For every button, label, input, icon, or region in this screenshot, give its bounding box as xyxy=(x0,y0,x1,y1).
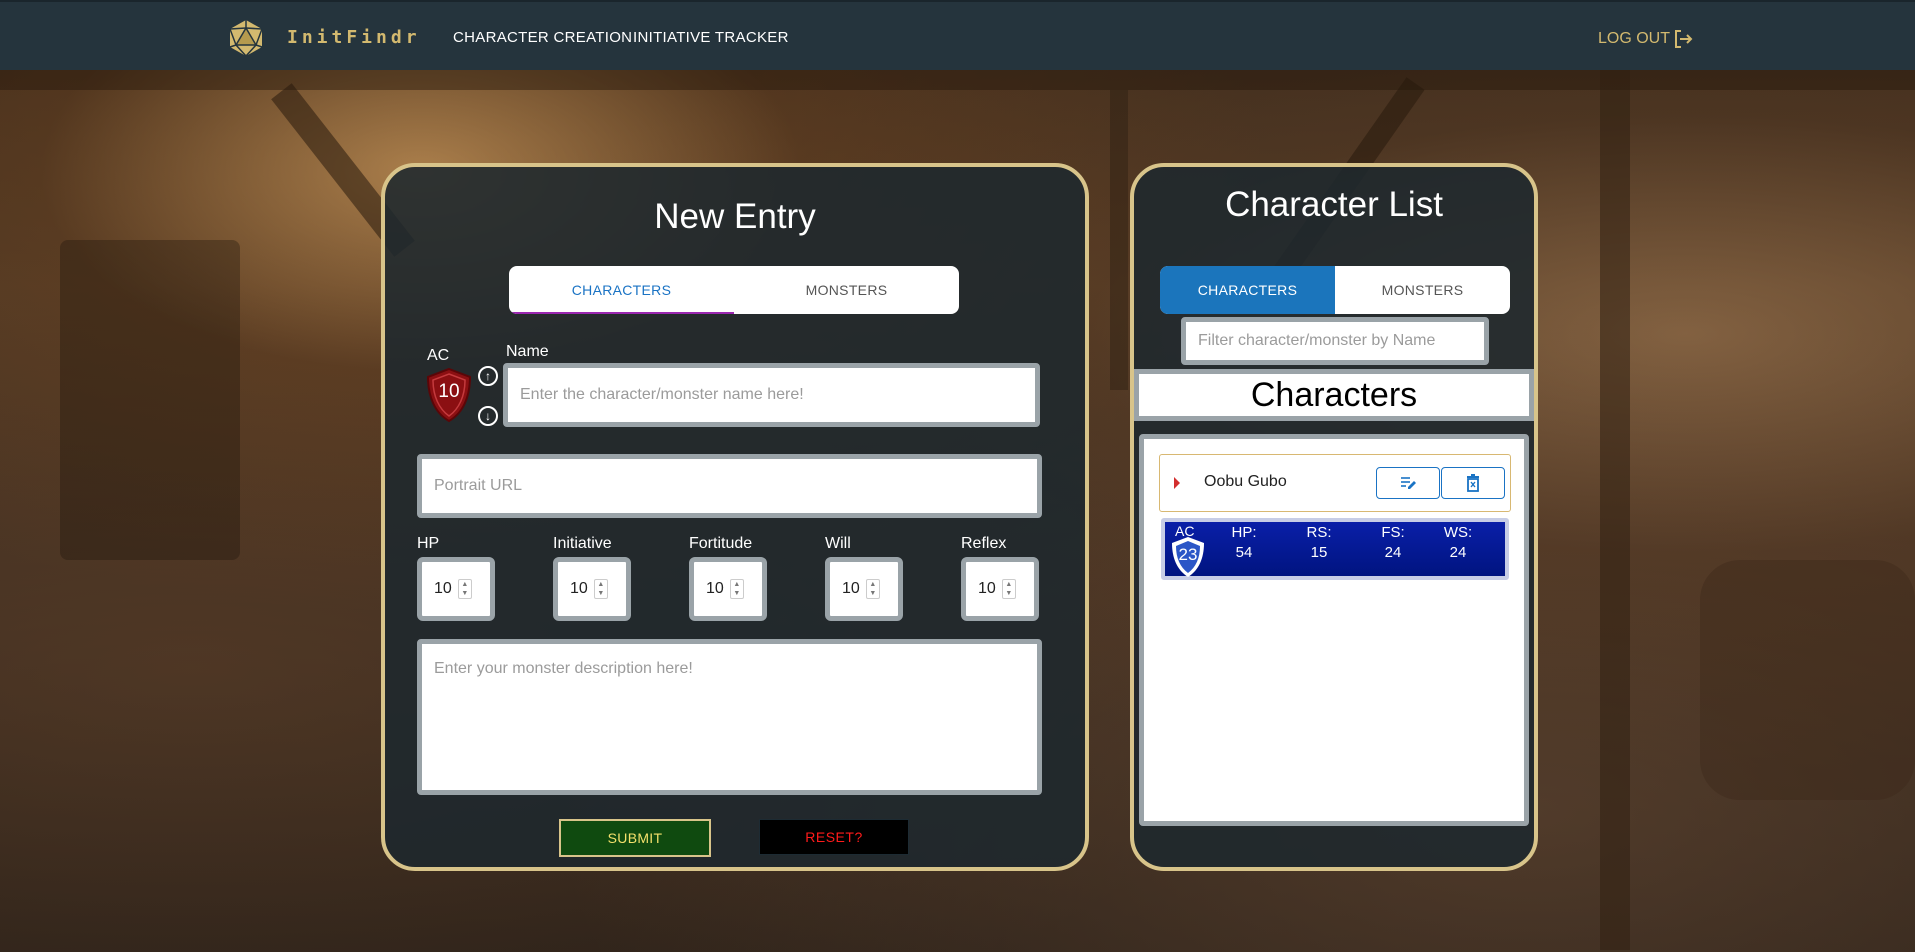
character-name: Oobu Gubo xyxy=(1204,473,1287,490)
edit-icon xyxy=(1401,477,1416,489)
stat-value: 10 xyxy=(978,580,996,597)
new-entry-title: New Entry xyxy=(654,197,816,236)
tab-characters[interactable]: CHARACTERS xyxy=(509,266,734,314)
entry-type-tabs: CHARACTERS MONSTERS xyxy=(509,266,959,314)
stat-value: 10 xyxy=(706,580,724,597)
fortitude-input[interactable]: 10 ▲ ▼ xyxy=(689,557,767,621)
bg-shadow xyxy=(60,240,240,560)
stat-hp: HP 10 ▲ ▼ xyxy=(417,535,495,621)
spinner-icon[interactable]: ▲ ▼ xyxy=(1001,579,1016,599)
description-textarea[interactable]: Enter your monster description here! xyxy=(417,639,1042,795)
stat-fs: FS: 24 xyxy=(1368,524,1418,561)
navbar: InitFindr CHARACTER CREATION INITIATIVE … xyxy=(0,0,1915,70)
edit-button[interactable] xyxy=(1376,467,1440,499)
caret-right-icon[interactable] xyxy=(1174,477,1180,489)
stat-initiative: Initiative 10 ▲ ▼ xyxy=(553,535,631,621)
ac-increase-button[interactable]: ↑ xyxy=(478,366,498,386)
stat-label: RS: xyxy=(1306,524,1332,541)
spinner-icon[interactable]: ▲ ▼ xyxy=(729,579,744,599)
stat-label: FS: xyxy=(1381,524,1405,541)
tab-monsters[interactable]: MONSTERS xyxy=(1335,266,1510,314)
name-label: Name xyxy=(506,343,549,360)
ac-decrease-button[interactable]: ↓ xyxy=(478,406,498,426)
ac-value: 23 xyxy=(1178,545,1198,564)
hp-input[interactable]: 10 ▲ ▼ xyxy=(417,557,495,621)
stat-value: 10 xyxy=(434,580,452,597)
logout-icon xyxy=(1675,30,1693,48)
nav-character-creation[interactable]: CHARACTER CREATION xyxy=(453,29,632,46)
filter-input[interactable]: Filter character/monster by Name xyxy=(1181,317,1489,365)
stat-ws: WS: 24 xyxy=(1433,524,1483,561)
stat-label: Fortitude xyxy=(689,535,753,552)
spinner-icon[interactable]: ▲ ▼ xyxy=(457,579,472,599)
brand-name[interactable]: InitFindr xyxy=(287,27,421,48)
initiative-input[interactable]: 10 ▲ ▼ xyxy=(553,557,631,621)
delete-button[interactable] xyxy=(1441,467,1505,499)
stat-will: Will 10 ▲ ▼ xyxy=(825,535,903,621)
stat-label: Will xyxy=(825,535,851,552)
portrait-url-input[interactable]: Portrait URL xyxy=(417,454,1042,518)
character-list-title: Character List xyxy=(1225,185,1443,224)
new-entry-panel: New Entry CHARACTERS MONSTERS AC 10 ↑ ↓ … xyxy=(381,163,1089,871)
character-stats-card: AC 23 HP: 54 RS: 15 FS: 24 WS: 24 xyxy=(1161,518,1509,580)
arrow-up-icon: ↑ xyxy=(485,369,491,383)
submit-button[interactable]: SUBMIT xyxy=(559,819,711,857)
stat-fortitude: Fortitude 10 ▲ ▼ xyxy=(689,535,767,621)
stat-reflex: Reflex 10 ▲ ▼ xyxy=(961,535,1039,621)
stat-label: HP: xyxy=(1231,524,1257,541)
list-item[interactable]: Oobu Gubo xyxy=(1159,454,1511,512)
arrow-down-icon: ↓ xyxy=(485,409,491,423)
stat-value: 15 xyxy=(1310,544,1328,561)
stat-value: 24 xyxy=(1449,544,1467,561)
section-title: Characters xyxy=(1134,369,1534,421)
stat-hp: HP: 54 xyxy=(1219,524,1269,561)
bg-beam xyxy=(1110,90,1128,390)
reset-button[interactable]: RESET? xyxy=(759,819,909,855)
stat-value: 10 xyxy=(842,580,860,597)
character-list: Oobu Gubo AC 23 HP: 54 RS: 15 FS: 24 WS:… xyxy=(1139,434,1529,826)
stat-label: WS: xyxy=(1443,524,1473,541)
ac-value: 10 xyxy=(438,381,460,402)
ac-label: AC xyxy=(427,347,450,364)
spinner-icon[interactable]: ▲ ▼ xyxy=(593,579,608,599)
reflex-input[interactable]: 10 ▲ ▼ xyxy=(961,557,1039,621)
stat-value: 24 xyxy=(1384,544,1402,561)
stat-label: Reflex xyxy=(961,535,1007,552)
tab-monsters[interactable]: MONSTERS xyxy=(734,266,959,314)
bg-beam xyxy=(1600,70,1630,950)
will-input[interactable]: 10 ▲ ▼ xyxy=(825,557,903,621)
spinner-icon[interactable]: ▲ ▼ xyxy=(865,579,880,599)
logout-button[interactable]: LOG OUT xyxy=(1598,28,1694,50)
nav-initiative-tracker[interactable]: INITIATIVE TRACKER xyxy=(633,29,789,46)
stat-value: 54 xyxy=(1235,544,1253,561)
d20-icon[interactable] xyxy=(226,18,266,58)
list-type-tabs: CHARACTERS MONSTERS xyxy=(1160,266,1510,314)
bg-shadow xyxy=(1700,560,1915,800)
name-input[interactable]: Enter the character/monster name here! xyxy=(503,363,1040,427)
stat-value: 10 xyxy=(570,580,588,597)
logout-label: LOG OUT xyxy=(1598,30,1671,47)
tab-characters[interactable]: CHARACTERS xyxy=(1160,266,1335,314)
stat-label: HP xyxy=(417,535,440,552)
character-list-panel: Character List CHARACTERS MONSTERS Filte… xyxy=(1130,163,1538,871)
stat-rs: RS: 15 xyxy=(1294,524,1344,561)
stat-label: Initiative xyxy=(553,535,612,552)
trash-icon xyxy=(1467,474,1479,492)
